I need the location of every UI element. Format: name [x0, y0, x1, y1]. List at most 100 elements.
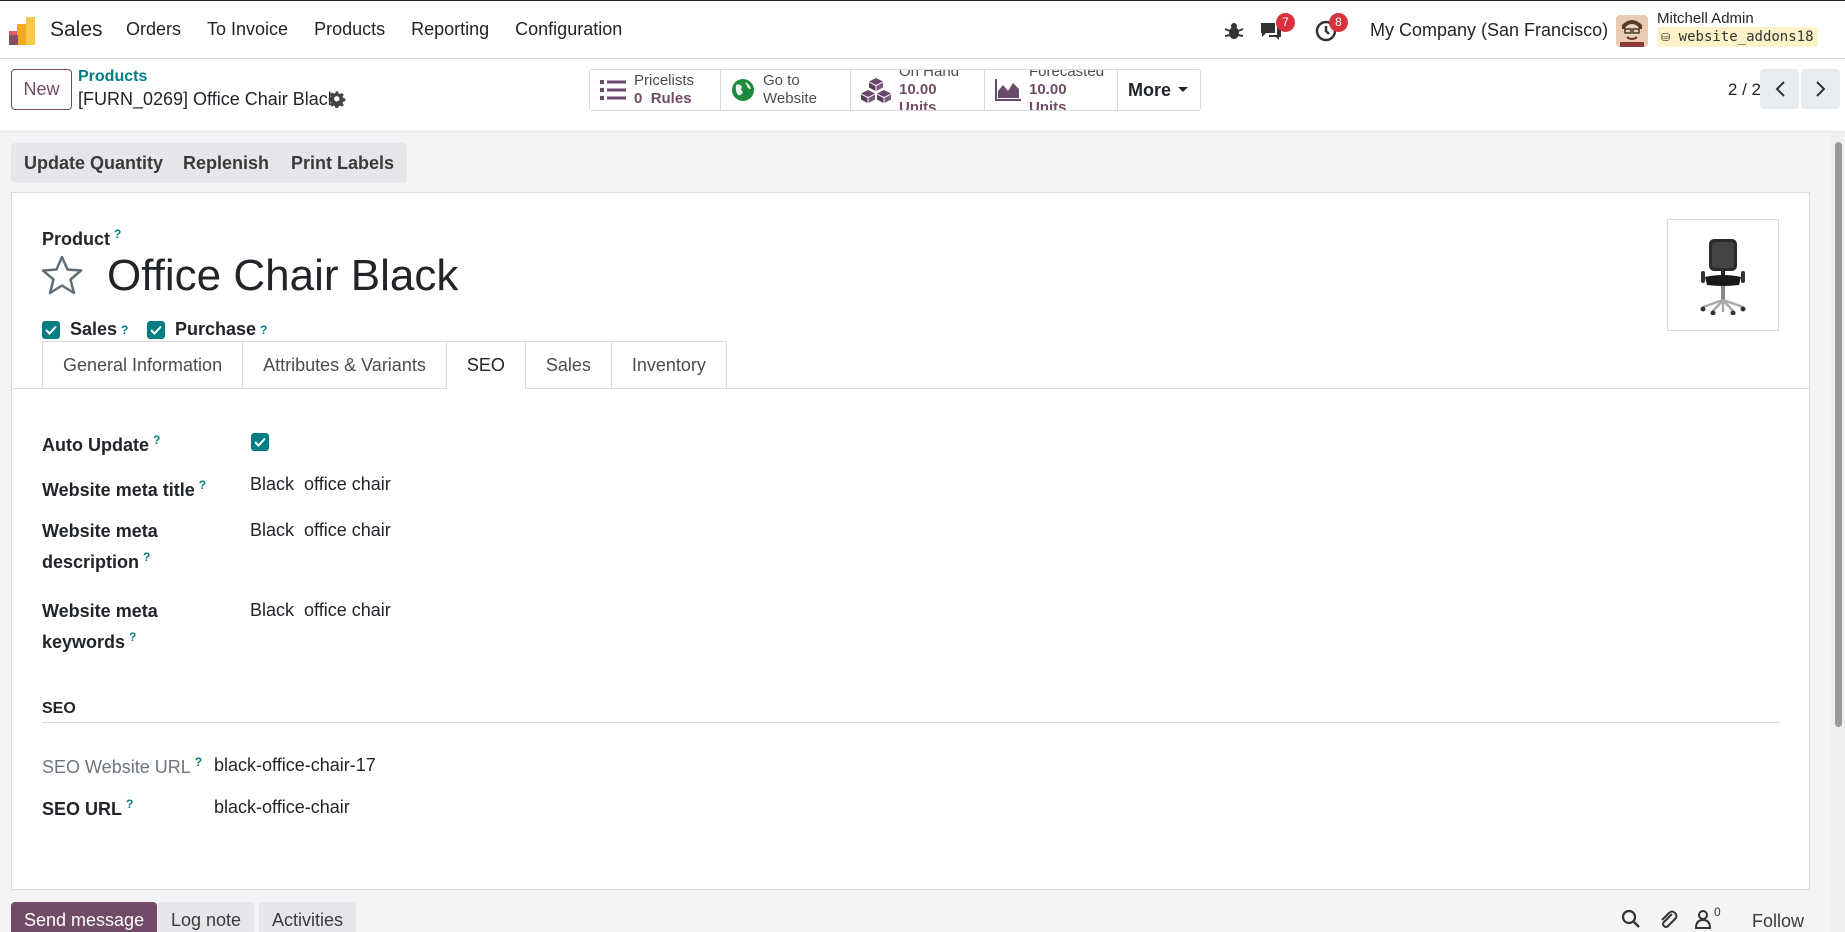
tab-inventory[interactable]: Inventory: [610, 341, 727, 389]
forecasted-value: 10.00 Units: [1029, 81, 1067, 111]
seo-url-field[interactable]: black-office-chair: [214, 797, 350, 818]
help-icon[interactable]: ?: [195, 755, 202, 769]
search-icon[interactable]: [1621, 909, 1641, 929]
app-name[interactable]: Sales: [50, 18, 103, 42]
check-icon: [254, 437, 266, 447]
control-panel: New Products [FURN_0269] Office Chair Bl…: [0, 59, 1845, 132]
caret-down-icon: [1178, 87, 1189, 92]
meta-description-label: Website meta description?: [42, 521, 158, 572]
more-label: More: [1128, 79, 1172, 100]
scrollbar[interactable]: [1831, 132, 1845, 932]
company-switcher[interactable]: My Company (San Francisco): [1370, 20, 1608, 41]
print-labels-button[interactable]: Print Labels: [278, 143, 408, 183]
activities-badge: 8: [1329, 13, 1348, 32]
help-icon[interactable]: ?: [143, 550, 150, 564]
product-label: Product?: [42, 227, 122, 249]
breadcrumb-products[interactable]: Products: [78, 68, 147, 86]
sales-checkbox[interactable]: [42, 320, 60, 339]
meta-description-field[interactable]: Black office chair: [250, 520, 391, 541]
office-chair-image: [1700, 239, 1746, 315]
main-menu: Orders To Invoice Products Reporting Con…: [126, 19, 648, 40]
breadcrumb-current: [FURN_0269] Office Chair Black: [78, 89, 337, 109]
paperclip-icon[interactable]: [1658, 908, 1678, 930]
sales-label: Sales: [70, 319, 118, 339]
forecasted-button[interactable]: Forecasted 10.00 Units: [985, 70, 1118, 110]
meta-keywords-label: Website meta keywords?: [42, 601, 158, 652]
user-name[interactable]: Mitchell Admin: [1657, 10, 1754, 27]
tab-general-information[interactable]: General Information: [42, 341, 243, 389]
log-note-button[interactable]: Log note: [158, 902, 255, 932]
star-icon[interactable]: [41, 255, 83, 295]
go-to-website-button[interactable]: Go to Website: [721, 70, 851, 110]
menu-products[interactable]: Products: [314, 19, 385, 40]
pager-next-button[interactable]: [1801, 69, 1840, 109]
new-button[interactable]: New: [11, 69, 72, 110]
on-hand-button[interactable]: On Hand 10.00 Units: [851, 70, 985, 110]
product-name[interactable]: Office Chair Black: [107, 251, 458, 301]
help-icon[interactable]: ?: [199, 478, 206, 492]
messages-badge: 7: [1276, 13, 1295, 32]
sales-app-icon[interactable]: [9, 17, 39, 45]
tab-attributes-variants[interactable]: Attributes & Variants: [242, 341, 446, 389]
meta-title-label: Website meta title?: [42, 478, 207, 500]
bug-icon[interactable]: [1222, 19, 1246, 43]
chevron-right-icon: [1815, 81, 1825, 97]
menu-to-invoice[interactable]: To Invoice: [207, 19, 288, 40]
auto-update-checkbox[interactable]: [251, 433, 269, 451]
purchase-checkbox[interactable]: [147, 320, 165, 339]
seo-website-url-label: SEO Website URL?: [42, 755, 203, 777]
tab-seo[interactable]: SEO: [445, 341, 525, 389]
website-line-2: Website: [763, 90, 817, 107]
globe-icon: [732, 79, 754, 101]
menu-reporting[interactable]: Reporting: [411, 19, 489, 40]
help-icon[interactable]: ?: [121, 323, 128, 337]
menu-orders[interactable]: Orders: [126, 19, 181, 40]
form-view: Update Quantity Replenish Print Labels P…: [0, 132, 1845, 932]
user-avatar[interactable]: [1616, 15, 1648, 47]
activities-button[interactable]: Activities: [259, 902, 357, 932]
replenish-button[interactable]: Replenish: [170, 143, 283, 183]
follow-button[interactable]: Follow: [1752, 911, 1804, 932]
pricelists-button[interactable]: Pricelists 0 Rules: [590, 70, 721, 110]
area-chart-icon: [995, 79, 1021, 101]
sales-checkbox-group[interactable]: Sales?: [42, 319, 128, 340]
purchase-label: Purchase: [175, 319, 257, 339]
pricelists-count: 0: [634, 90, 643, 107]
update-quantity-button[interactable]: Update Quantity: [11, 143, 177, 183]
followers-count: 0: [1714, 905, 1721, 919]
forecasted-title: Forecasted: [1029, 69, 1105, 80]
check-icon: [150, 325, 162, 335]
help-icon[interactable]: ?: [153, 433, 160, 447]
on-hand-title: On Hand: [899, 69, 960, 80]
auto-update-label: Auto Update?: [42, 433, 161, 455]
followers-icon[interactable]: [1694, 909, 1712, 929]
help-icon[interactable]: ?: [114, 227, 121, 241]
help-icon[interactable]: ?: [260, 323, 267, 337]
seo-section-title: SEO: [42, 700, 76, 717]
tab-sales[interactable]: Sales: [524, 341, 611, 389]
website-line-1: Go to: [763, 72, 800, 89]
scrollbar-thumb[interactable]: [1835, 142, 1842, 727]
product-image[interactable]: [1667, 219, 1779, 331]
pricelists-title: Pricelists: [634, 72, 695, 89]
meta-title-field[interactable]: Black office chair: [250, 474, 391, 495]
form-sheet: Product? Office Chair Black Sales? Purch…: [11, 192, 1810, 890]
database-icon: ⛁: [1661, 31, 1671, 44]
help-icon[interactable]: ?: [126, 797, 133, 811]
pricelists-unit: Rules: [650, 90, 692, 107]
gear-icon[interactable]: [328, 90, 346, 108]
seo-section-divider: [42, 722, 1780, 723]
menu-configuration[interactable]: Configuration: [515, 19, 622, 40]
top-navbar: Sales Orders To Invoice Products Reporti…: [0, 0, 1845, 59]
pager-previous-button[interactable]: [1760, 69, 1799, 109]
notebook-tabs: General Information Attributes & Variant…: [42, 341, 727, 389]
more-button[interactable]: More: [1118, 70, 1200, 110]
cubes-icon: [861, 78, 891, 103]
list-icon: [600, 80, 626, 100]
chatter-bar: Send message Log note Activities 0 Follo…: [0, 902, 1830, 932]
send-message-button[interactable]: Send message: [11, 902, 158, 932]
purchase-checkbox-group[interactable]: Purchase?: [147, 319, 267, 340]
meta-keywords-field[interactable]: Black office chair: [250, 600, 391, 621]
pager-value[interactable]: 2 / 2: [1728, 80, 1761, 100]
help-icon[interactable]: ?: [129, 630, 136, 644]
